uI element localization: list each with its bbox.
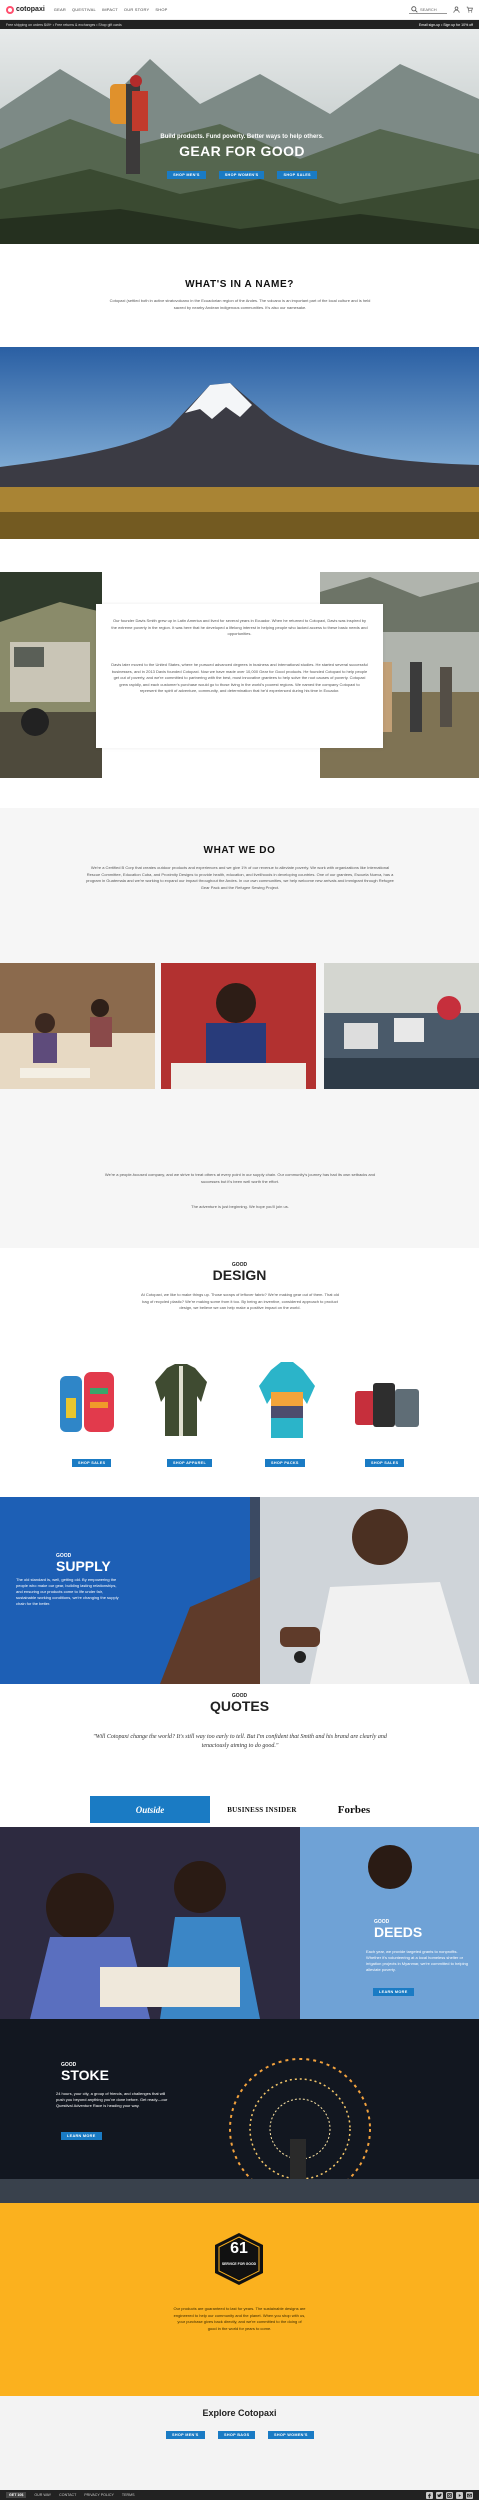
- nav-item-questival[interactable]: QUESTIVAL: [71, 7, 97, 12]
- nav-item-gear[interactable]: GEAR: [53, 7, 67, 12]
- good-design-heading: GOOD DESIGN: [0, 1262, 479, 1282]
- account-icon[interactable]: [453, 6, 460, 13]
- hero-subtitle: Build products. Fund poverty. Better way…: [160, 134, 324, 140]
- twitter-icon[interactable]: [436, 2491, 443, 2499]
- search-input[interactable]: SEARCH: [409, 5, 447, 14]
- section-title-what-we-do: WHAT WE DO: [203, 845, 276, 856]
- footer-cta-button[interactable]: GET 10$: [6, 2492, 27, 2498]
- story-photo-left: [0, 572, 102, 778]
- press-logo-business-insider[interactable]: BUSINESS INSIDER: [212, 1796, 312, 1823]
- shop-apparel-button[interactable]: SHOP APPAREL: [167, 1459, 213, 1467]
- nav-item-shop[interactable]: SHOP: [154, 7, 168, 12]
- press-logo-forbes[interactable]: Forbes: [314, 1796, 394, 1823]
- cart-icon[interactable]: [466, 6, 473, 13]
- email-icon[interactable]: [466, 2491, 473, 2499]
- good-deeds-body: Each year, we provide targeted grants to…: [366, 1949, 468, 1972]
- main-menu: GEAR QUESTIVAL IMPACT OUR STORY SHOP: [53, 7, 169, 12]
- what-we-do-body: We're a Certified B Corp that creates ou…: [86, 865, 394, 890]
- good-deeds-heading: GOOD DEEDS: [374, 1919, 422, 1939]
- hero-buttons: SHOP MEN'S SHOP WOMEN'S SHOP SALES: [152, 171, 332, 179]
- good-stoke-heading: GOOD STOKE: [61, 2062, 109, 2082]
- instagram-icon[interactable]: [446, 2491, 453, 2499]
- shop-pullovers-button[interactable]: SHOP PACKS: [265, 1459, 305, 1467]
- good-supply-body: The old standard is, well, getting old. …: [16, 1577, 119, 1606]
- product-bags: [355, 1383, 419, 1427]
- footer-link-terms[interactable]: TERMS: [122, 2493, 135, 2497]
- good-stoke-learn-more[interactable]: LEARN MORE: [61, 2132, 102, 2140]
- good-design-title: DESIGN: [212, 1267, 267, 1283]
- good-deeds-title: DEEDS: [374, 1924, 423, 1940]
- header-actions: SEARCH: [409, 5, 473, 14]
- hero-banner: Build products. Fund poverty. Better way…: [0, 29, 479, 244]
- promo-left: Free shipping on orders $49+ • Free retu…: [6, 22, 122, 27]
- photo-computer-lab: [324, 963, 479, 1089]
- shop-womens-button[interactable]: SHOP WOMEN'S: [218, 171, 265, 179]
- shop-sales-button[interactable]: SHOP SALES: [277, 171, 317, 179]
- good-supply-title: SUPPLY: [56, 1558, 111, 1574]
- logo-icon: [6, 5, 14, 14]
- promo-right[interactable]: Email sign-up • Sign up for 10% off: [419, 23, 473, 27]
- product-pullover: [259, 1362, 315, 1438]
- brand-name: cotopaxi: [16, 6, 45, 13]
- what-we-do-follow: We're a people-focused company, and we s…: [104, 1172, 376, 1184]
- press-logo-outside[interactable]: Outside: [90, 1796, 210, 1823]
- youtube-icon[interactable]: [456, 2491, 463, 2499]
- good-stoke-title: STOKE: [61, 2067, 109, 2083]
- good-quotes-heading: GOOD QUOTES: [0, 1693, 479, 1713]
- top-navigation: cotopaxi GEAR QUESTIVAL IMPACT OUR STORY…: [0, 0, 479, 20]
- good-quotes-quote: "Will Cotopaxi change the world? It's st…: [93, 1734, 387, 1749]
- social-icons: [426, 2491, 473, 2499]
- search-placeholder: SEARCH: [420, 6, 437, 12]
- what-we-do-tagline: The adventure is just beginning. We hope…: [191, 1204, 289, 1209]
- nav-item-impact[interactable]: IMPACT: [101, 7, 119, 12]
- bcorp-badge-text: SERVICE FOR GOOD: [221, 2262, 257, 2266]
- bcorp-number: 61: [230, 2240, 248, 2257]
- promo-bar: Free shipping on orders $49+ • Free retu…: [0, 20, 479, 29]
- bcorp-body: Our products are guaranteed to last for …: [173, 2306, 306, 2331]
- good-quotes-title: QUOTES: [209, 1698, 270, 1714]
- good-design-body: At Cotopaxi, we like to make things up. …: [141, 1292, 339, 1310]
- footer-link-our-way[interactable]: OUR WAY: [34, 2493, 51, 2497]
- photo-child-drawing: [161, 963, 316, 1089]
- good-supply-heading: GOOD SUPPLY: [56, 1553, 111, 1573]
- facebook-icon[interactable]: [426, 2491, 433, 2499]
- good-deeds-learn-more[interactable]: LEARN MORE: [373, 1988, 414, 1996]
- search-icon: [411, 5, 418, 13]
- shop-packs-button[interactable]: SHOP SALES: [72, 1459, 112, 1467]
- explore-shop-womens-button[interactable]: SHOP WOMEN'S: [268, 2431, 314, 2439]
- shop-bags-button[interactable]: SHOP SALES: [365, 1459, 405, 1467]
- footer-link-privacy[interactable]: PRIVACY POLICY: [84, 2493, 114, 2497]
- story-body-2: Davis later moved to the United States, …: [111, 662, 368, 693]
- good-stoke-body: 24 hours, your city, a group of friends,…: [56, 2091, 168, 2108]
- hero-text: Build products. Fund poverty. Better way…: [152, 134, 332, 179]
- explore-shop-mens-button[interactable]: SHOP MEN'S: [166, 2431, 205, 2439]
- hero-title: GEAR FOR GOOD: [179, 143, 305, 159]
- nav-item-our-story[interactable]: OUR STORY: [123, 7, 150, 12]
- explore-title: Explore Cotopaxi: [202, 2408, 277, 2418]
- story-body-1: Our founder Davis Smith grew up in Latin…: [111, 618, 368, 636]
- footer-bar: GET 10$ OUR WAY CONTACT PRIVACY POLICY T…: [0, 2490, 479, 2500]
- story-card: Our founder Davis Smith grew up in Latin…: [96, 604, 383, 748]
- explore-shop-bags-button[interactable]: SHOP BAGS: [218, 2431, 256, 2439]
- shop-mens-button[interactable]: SHOP MEN'S: [167, 171, 206, 179]
- volcano-image: [0, 347, 479, 539]
- product-packs: [60, 1372, 114, 1432]
- brand-logo[interactable]: cotopaxi: [6, 5, 45, 14]
- name-body: Cotopaxi (settled both in active stratov…: [109, 298, 371, 310]
- section-title-name: WHAT'S IN A NAME?: [185, 279, 294, 290]
- page: cotopaxi GEAR QUESTIVAL IMPACT OUR STORY…: [0, 0, 479, 2500]
- footer-link-contact[interactable]: CONTACT: [59, 2493, 76, 2497]
- photo-classroom: [0, 963, 155, 1089]
- good-stoke-image: [0, 2019, 479, 2203]
- product-jacket: [155, 1364, 207, 1436]
